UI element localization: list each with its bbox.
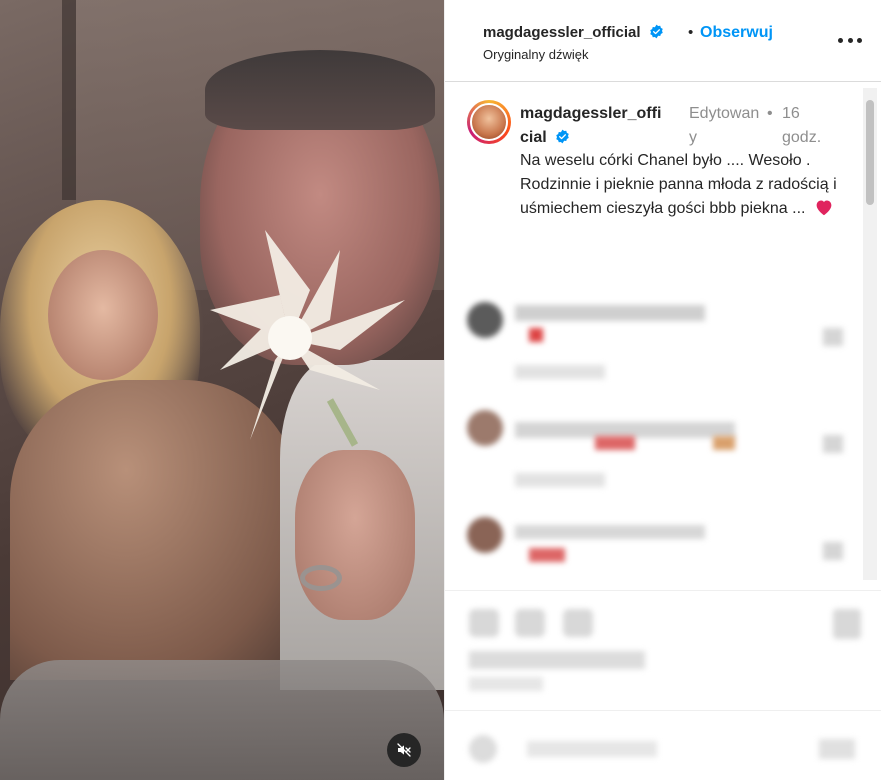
post-actions [445, 590, 881, 710]
comment-like-icon[interactable] [823, 435, 843, 453]
comment-emoji [595, 436, 635, 450]
avatar[interactable] [467, 100, 511, 144]
photo-man-hair [205, 50, 435, 130]
post-caption: magdagessler_official Edytowany • 16 god… [445, 83, 865, 278]
post-header: magdagessler_official • Obserwuj Orygina… [445, 0, 881, 82]
comment-emoji [529, 328, 543, 342]
edited-label: Edytowany [689, 105, 760, 146]
avatar-image [470, 103, 508, 141]
emoji-picker-icon[interactable] [469, 735, 497, 763]
audio-label[interactable]: Oryginalny dźwięk [483, 47, 589, 62]
comment-icon[interactable] [515, 609, 545, 637]
comment-like-icon[interactable] [823, 328, 843, 346]
photo-white-flower [210, 230, 405, 447]
comment-meta [515, 365, 605, 379]
verified-badge-icon [556, 129, 569, 144]
comment-avatar[interactable] [467, 517, 503, 553]
more-dot [847, 37, 853, 43]
post-comment-button[interactable] [819, 739, 855, 759]
post-media[interactable] [0, 0, 444, 780]
comment-emoji [529, 548, 565, 562]
comments-list [445, 280, 881, 590]
scrollbar-thumb[interactable] [866, 100, 874, 205]
photo-woman-face [48, 250, 158, 380]
like-icon[interactable] [469, 609, 499, 637]
post-side-panel: magdagessler_official • Obserwuj Orygina… [444, 0, 881, 780]
verified-badge-icon [650, 24, 663, 39]
comment-avatar[interactable] [467, 302, 503, 338]
comment-meta [515, 473, 605, 487]
post-timestamp[interactable]: 16 godz. [782, 102, 842, 150]
comment-composer [445, 710, 881, 780]
follow-button[interactable]: Obserwuj [700, 24, 773, 42]
caption-separator: • [767, 105, 773, 122]
mute-button[interactable] [387, 733, 421, 767]
red-heart-icon [816, 200, 832, 216]
likes-count[interactable] [469, 651, 645, 669]
caption-body: Na weselu córki Chanel było .... Wesoło … [520, 152, 837, 217]
comment-emoji [713, 436, 735, 450]
header-username-row[interactable]: magdagessler_official [483, 24, 664, 41]
header-username[interactable]: magdagessler_official [483, 24, 641, 41]
caption-username-text[interactable]: magdagessler_official [520, 105, 661, 146]
share-icon[interactable] [563, 609, 593, 637]
photo-foreground [0, 660, 444, 780]
caption-username[interactable]: magdagessler_official [520, 102, 670, 150]
comment-input[interactable] [527, 741, 657, 757]
comment-text [515, 525, 705, 539]
more-dot [857, 37, 862, 43]
post-date [469, 677, 543, 691]
comment-like-icon[interactable] [823, 542, 843, 560]
speaker-muted-icon [397, 743, 411, 757]
more-horizontal-icon [838, 37, 843, 43]
caption-text: Na weselu córki Chanel było .... Wesoło … [520, 149, 865, 221]
more-options-button[interactable] [838, 30, 862, 50]
photo-hand [295, 450, 415, 620]
comment-text [515, 305, 705, 321]
save-icon[interactable] [833, 609, 861, 639]
header-separator: • [688, 24, 694, 41]
photo-ring [300, 565, 342, 591]
comment-avatar[interactable] [467, 410, 503, 446]
photo-background-stripe [62, 0, 76, 200]
